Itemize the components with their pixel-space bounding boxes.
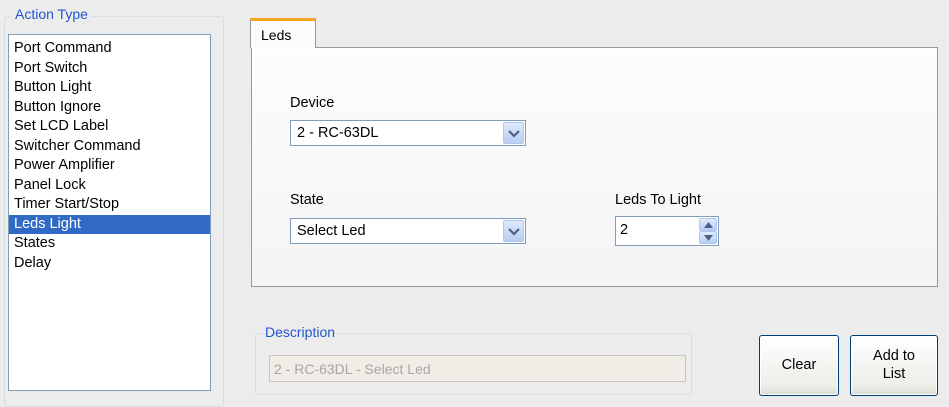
arrow-down-icon	[704, 235, 713, 241]
state-value: Select Led	[297, 223, 366, 239]
chevron-down-icon	[508, 228, 520, 236]
add-to-list-button-label: Add to List	[873, 348, 915, 382]
leds-to-light-spinner[interactable]: 2	[615, 216, 719, 246]
device-dropdown-button[interactable]	[503, 122, 524, 144]
list-item[interactable]: Panel Lock	[9, 176, 210, 196]
list-item[interactable]: Button Ignore	[9, 98, 210, 118]
action-type-title: Action Type	[12, 6, 91, 22]
device-combobox[interactable]: 2 - RC-63DL	[290, 120, 526, 146]
clear-button[interactable]: Clear	[759, 335, 839, 396]
arrow-up-icon	[704, 222, 713, 228]
add-to-list-button[interactable]: Add to List	[850, 335, 938, 396]
tab-page-leds	[251, 47, 938, 287]
description-title: Description	[262, 324, 339, 340]
action-type-list[interactable]: Port Command Port Switch Button Light Butto…	[8, 34, 211, 391]
tab-leds[interactable]: Leds	[250, 18, 316, 48]
action-type-items: Port Command Port Switch Button Light Butto…	[9, 35, 210, 273]
list-item[interactable]: Port Command	[9, 39, 210, 59]
state-dropdown-button[interactable]	[503, 220, 524, 242]
device-label: Device	[290, 95, 335, 111]
chevron-down-icon	[508, 130, 520, 138]
leds-to-light-label: Leds To Light	[615, 192, 701, 208]
list-item[interactable]: Switcher Command	[9, 137, 210, 157]
spin-up-button[interactable]	[699, 218, 717, 231]
device-value: 2 - RC-63DL	[297, 125, 379, 141]
spin-down-button[interactable]	[699, 231, 717, 244]
clear-button-label: Clear	[781, 357, 817, 373]
description-field: 2 - RC-63DL - Select Led	[269, 355, 686, 382]
list-item[interactable]: Leds Light	[9, 214, 210, 234]
state-combobox[interactable]: Select Led	[290, 218, 526, 244]
list-item[interactable]: Timer Start/Stop	[9, 195, 210, 215]
leds-to-light-value: 2	[620, 222, 629, 238]
list-item[interactable]: States	[9, 234, 210, 254]
tab-leds-label: Leds	[261, 27, 292, 43]
description-value: 2 - RC-63DL - Select Led	[274, 361, 431, 377]
list-item[interactable]: Delay	[9, 254, 210, 274]
list-item[interactable]: Port Switch	[9, 59, 210, 79]
list-item[interactable]: Button Light	[9, 78, 210, 98]
list-item[interactable]: Power Amplifier	[9, 156, 210, 176]
list-item[interactable]: Set LCD Label	[9, 117, 210, 137]
state-label: State	[290, 192, 324, 208]
